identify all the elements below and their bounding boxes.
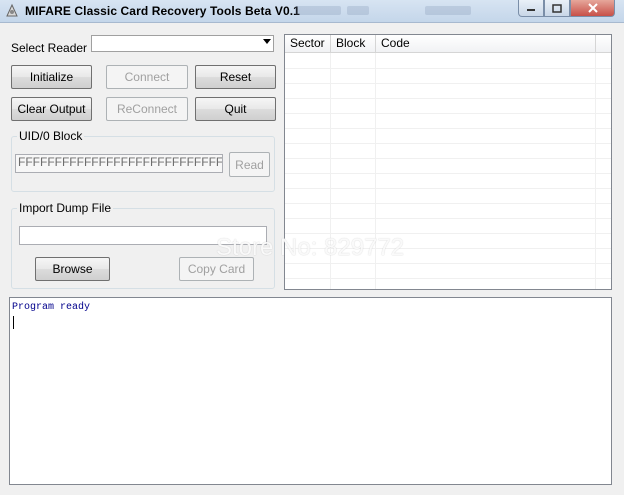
reconnect-button[interactable]: ReConnect — [106, 97, 188, 121]
list-header: Sector Block Code — [285, 35, 611, 53]
minimize-button[interactable] — [518, 0, 544, 17]
row-divider — [285, 218, 611, 219]
column-header-code[interactable]: Code — [376, 35, 596, 52]
import-dump-title: Import Dump File — [17, 201, 114, 215]
row-divider — [285, 203, 611, 204]
browse-button[interactable]: Browse — [35, 257, 110, 281]
window-title: MIFARE Classic Card Recovery Tools Beta … — [25, 4, 300, 18]
store-watermark: Store No: 829772 — [216, 234, 405, 261]
title-blur — [425, 6, 471, 15]
uid-block-field[interactable]: FFFFFFFFFFFFFFFFFFFFFFFFFFFFFFFF — [15, 154, 223, 173]
row-divider — [285, 143, 611, 144]
select-reader-label: Select Reader — [11, 41, 88, 55]
output-log[interactable]: Program ready — [9, 297, 612, 485]
chevron-down-icon[interactable] — [263, 39, 271, 44]
row-divider — [285, 263, 611, 264]
column-header-block[interactable]: Block — [331, 35, 376, 52]
reader-select[interactable] — [91, 35, 274, 52]
close-icon — [587, 3, 598, 13]
row-divider — [285, 278, 611, 279]
connect-button[interactable]: Connect — [106, 65, 188, 89]
maximize-button[interactable] — [544, 0, 570, 17]
uid-block-title: UID/0 Block — [17, 129, 85, 143]
output-log-text: Program ready — [12, 302, 91, 313]
reset-button[interactable]: Reset — [195, 65, 276, 89]
row-divider — [285, 128, 611, 129]
read-button[interactable]: Read — [229, 152, 270, 177]
text-caret — [13, 316, 14, 329]
row-divider — [285, 158, 611, 159]
maximize-icon — [552, 3, 562, 13]
title-blur — [347, 6, 369, 15]
row-divider — [285, 68, 611, 69]
clear-output-button[interactable]: Clear Output — [11, 97, 92, 121]
initialize-button[interactable]: Initialize — [11, 65, 92, 89]
title-blur — [295, 6, 341, 15]
title-bar: MIFARE Classic Card Recovery Tools Beta … — [0, 0, 624, 23]
quit-button[interactable]: Quit — [195, 97, 276, 121]
row-divider — [285, 98, 611, 99]
minimize-icon — [527, 9, 535, 11]
row-divider — [285, 113, 611, 114]
row-divider — [285, 173, 611, 174]
row-divider — [285, 188, 611, 189]
close-button[interactable] — [570, 0, 615, 17]
card-app-icon — [6, 3, 18, 17]
column-header-sector[interactable]: Sector — [285, 35, 331, 52]
column-divider — [595, 53, 596, 289]
row-divider — [285, 83, 611, 84]
